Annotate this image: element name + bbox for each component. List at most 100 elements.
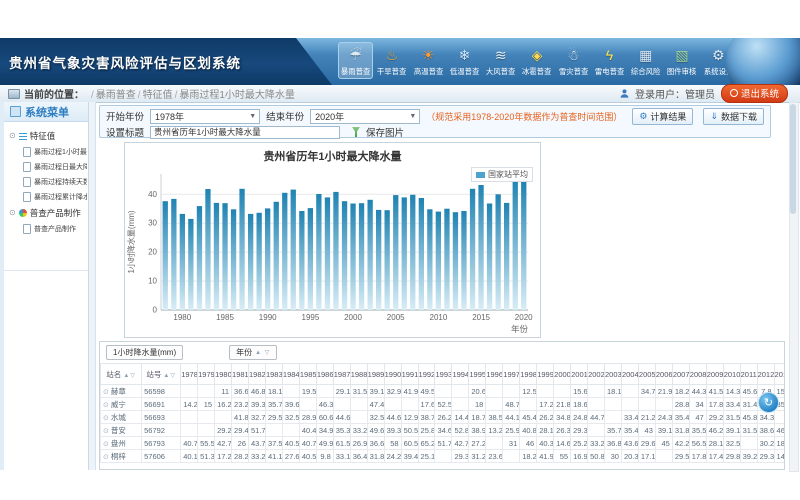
nav-item-comprehensive-risk[interactable]: ▦综合风险 — [628, 42, 663, 79]
sidebar-item[interactable]: 暴雨过程日最大降水量 — [7, 159, 87, 174]
year-column-header[interactable]: 1978 — [181, 364, 198, 385]
nav-item-drought[interactable]: ♨干旱普查 — [374, 42, 409, 79]
year-column-header[interactable]: 2005 — [638, 364, 655, 385]
value-cell: 35.3 — [333, 424, 350, 437]
sidebar-group-products[interactable]: ⊙普查产品制作 — [7, 204, 87, 221]
year-column-header[interactable]: 2004 — [621, 364, 638, 385]
nav-item-label: 图件审核 — [667, 66, 698, 76]
data-download-button[interactable]: ⇓ 数据下载 — [703, 108, 764, 125]
sidebar-item[interactable]: 暴雨过程持续天数 — [7, 174, 87, 189]
year-column-header[interactable]: 2013 — [774, 364, 785, 385]
year-column-header[interactable]: 1979 — [198, 364, 215, 385]
year-column-header[interactable]: 1983 — [265, 364, 282, 385]
year-column-header[interactable]: 1989 — [367, 364, 384, 385]
value-cell: 13.2 — [486, 424, 503, 437]
year-column-header[interactable]: 1985 — [299, 364, 316, 385]
nav-item-rainstorm[interactable]: ☔暴雨普查 — [338, 42, 373, 79]
year-column-header[interactable]: 2010 — [723, 364, 740, 385]
calc-result-button[interactable]: ⚙ 计算结果 — [632, 108, 693, 125]
year-column-header[interactable]: 1980 — [215, 364, 232, 385]
nav-item-gale[interactable]: ≋大风普查 — [483, 42, 518, 79]
logout-button[interactable]: 退出系统 — [721, 84, 788, 103]
value-cell — [486, 385, 503, 398]
nav-item-high-temp[interactable]: ☀高温普查 — [411, 42, 446, 79]
scrollbar-thumb[interactable] — [790, 104, 796, 214]
year-column-header[interactable]: 2000 — [554, 364, 571, 385]
start-year-select[interactable]: 1978年 ▼ — [150, 109, 260, 124]
station-radio[interactable]: ⊙ — [103, 402, 109, 409]
year-column-header[interactable]: 1998 — [520, 364, 537, 385]
station-radio[interactable]: ⊙ — [103, 389, 109, 396]
sort-icons[interactable]: ▲▽ — [123, 373, 136, 379]
year-column-header[interactable]: 2012 — [757, 364, 774, 385]
save-image-link[interactable]: 保存图片 — [366, 125, 404, 139]
year-column-header[interactable]: 1999 — [537, 364, 554, 385]
panel-splitter[interactable] — [89, 102, 96, 470]
breadcrumb-item[interactable]: 特征值 — [143, 90, 173, 101]
year-column-header[interactable]: 2002 — [588, 364, 605, 385]
year-column-header[interactable]: 1981 — [232, 364, 249, 385]
nav-item-hail[interactable]: ◈冰雹普查 — [519, 42, 554, 79]
sidebar-item[interactable]: 普查产品制作 — [7, 221, 87, 236]
value-cell — [198, 385, 215, 398]
comprehensive-risk-icon: ▦ — [629, 44, 662, 66]
year-column-header[interactable]: 1988 — [350, 364, 367, 385]
refresh-float-button[interactable]: ↻ — [758, 392, 779, 413]
chart-title-input[interactable] — [150, 126, 340, 139]
expand-icon[interactable]: ⊙ — [9, 209, 16, 217]
year-column-header[interactable]: 1997 — [503, 364, 520, 385]
value-cell: 31.2 — [469, 450, 486, 463]
unit-chip[interactable]: 1小时降水量(mm) — [106, 345, 183, 360]
station-radio[interactable]: ⊙ — [103, 428, 109, 435]
expand-icon[interactable]: ⊙ — [9, 132, 16, 140]
year-column-header[interactable]: 2011 — [740, 364, 757, 385]
station-column-header[interactable]: 站名 ▲▽ — [101, 364, 142, 385]
vertical-scrollbar[interactable] — [789, 102, 799, 472]
station-radio[interactable]: ⊙ — [103, 415, 109, 422]
nav-item-low-temp[interactable]: ❄低温普查 — [447, 42, 482, 79]
value-cell: 17.4 — [706, 450, 723, 463]
year-column-header[interactable]: 2008 — [689, 364, 706, 385]
year-column-header[interactable]: 1994 — [452, 364, 469, 385]
year-column-header[interactable]: 1982 — [249, 364, 266, 385]
year-column-header[interactable]: 2003 — [605, 364, 622, 385]
sort-icons[interactable]: ▲▽ — [163, 373, 176, 379]
nav-item-lightning[interactable]: ϟ雷电普查 — [592, 42, 627, 79]
chart-legend[interactable]: 国家站平均 — [471, 167, 533, 182]
year-column-header[interactable]: 2006 — [655, 364, 672, 385]
value-cell: 17.6 — [418, 398, 435, 411]
end-year-label: 结束年份 — [266, 109, 304, 123]
sidebar-item[interactable]: 暴雨过程1小时最大降水量 — [7, 144, 87, 159]
end-year-select[interactable]: 2020年 ▼ — [310, 109, 420, 124]
nav-item-map-review[interactable]: ▧图件审核 — [664, 42, 699, 79]
sidebar-group-features[interactable]: ⊙特征值 — [7, 127, 87, 144]
year-column-header[interactable]: 1986 — [316, 364, 333, 385]
year-column-header[interactable]: 2001 — [571, 364, 588, 385]
year-column-header[interactable]: 1992 — [418, 364, 435, 385]
station-radio[interactable]: ⊙ — [103, 454, 109, 461]
year-column-header[interactable]: 1990 — [384, 364, 401, 385]
year-column-header[interactable]: 1991 — [401, 364, 418, 385]
breadcrumb-item[interactable]: 暴雨普查 — [96, 90, 136, 101]
year-column-header[interactable]: 1995 — [469, 364, 486, 385]
station-id-column-header[interactable]: 站号 ▲▽ — [142, 364, 181, 385]
value-cell: 60.5 — [401, 437, 418, 450]
station-id-cell: 56691 — [142, 398, 181, 411]
year-column-header[interactable]: 1996 — [486, 364, 503, 385]
station-name-cell: ⊙桐梓 — [101, 450, 142, 463]
value-cell — [384, 398, 401, 411]
value-cell: 55 — [554, 450, 571, 463]
station-radio[interactable]: ⊙ — [103, 441, 109, 448]
year-column-header[interactable]: 2009 — [706, 364, 723, 385]
year-column-header[interactable]: 1987 — [333, 364, 350, 385]
value-cell: 32.5 — [367, 411, 384, 424]
year-column-header[interactable]: 1993 — [435, 364, 452, 385]
value-cell: 36.8 — [605, 437, 622, 450]
sidebar-item[interactable]: 暴雨过程累计降水量 — [7, 189, 87, 204]
year-column-header[interactable]: 2007 — [672, 364, 689, 385]
year-column-header[interactable]: 1984 — [282, 364, 299, 385]
year-sort-chip[interactable]: 年份 ▲ ▽ — [229, 345, 277, 360]
value-cell: 18 — [469, 398, 486, 411]
breadcrumb-item[interactable]: 暴雨过程1小时最大降水量 — [179, 90, 295, 101]
nav-item-snow[interactable]: ☃雪灾普查 — [556, 42, 591, 79]
